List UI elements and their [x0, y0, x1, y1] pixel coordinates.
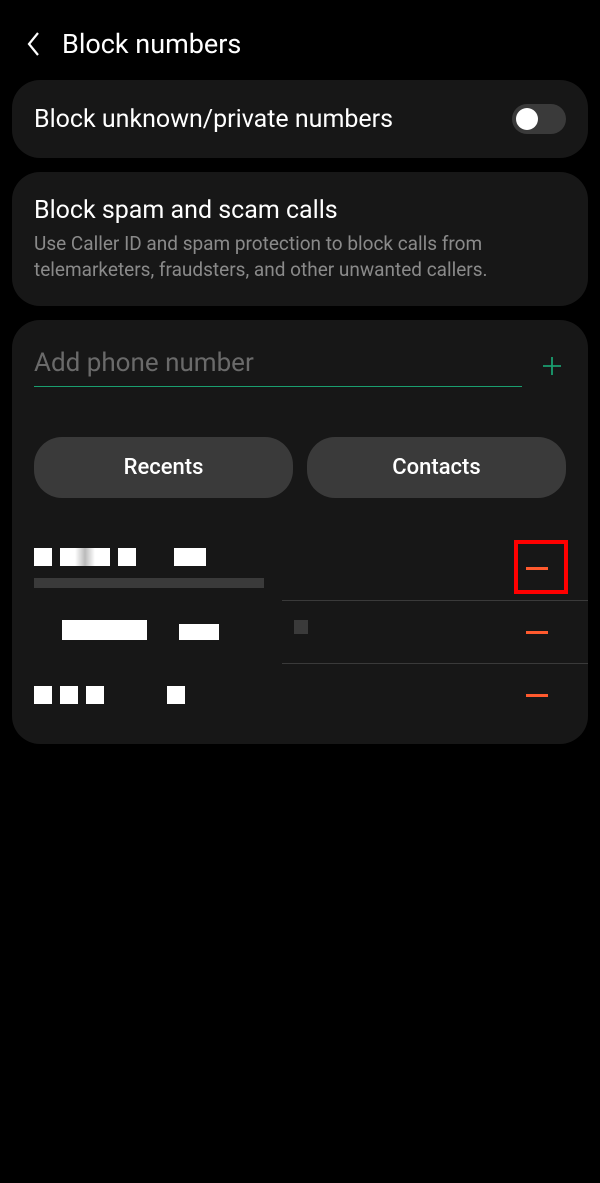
blocked-item — [12, 536, 588, 600]
redacted-text — [60, 686, 78, 704]
block-unknown-row: Block unknown/private numbers — [34, 104, 566, 134]
redacted-text — [86, 686, 104, 704]
redacted-subtext — [34, 578, 264, 588]
phone-number-input[interactable] — [34, 344, 522, 387]
tab-recents[interactable]: Recents — [34, 437, 293, 498]
blocked-item-content — [34, 620, 518, 644]
tabs: Recents Contacts — [34, 437, 566, 498]
remove-button[interactable] — [518, 549, 556, 587]
page-title: Block numbers — [62, 28, 241, 60]
block-spam-description: Use Caller ID and spam protection to blo… — [34, 231, 566, 282]
toggle-knob — [516, 108, 538, 130]
blocked-list — [12, 536, 588, 726]
block-spam-card[interactable]: Block spam and scam calls Use Caller ID … — [12, 172, 588, 306]
add-number-row — [34, 344, 566, 387]
blocked-item — [12, 664, 588, 726]
blocked-item-content — [34, 686, 518, 704]
redacted-text — [174, 548, 206, 566]
blocked-item — [12, 601, 588, 663]
add-number-button[interactable] — [538, 352, 566, 380]
redacted-text — [167, 686, 185, 704]
minus-icon — [526, 631, 548, 634]
minus-icon — [526, 567, 548, 570]
blocked-item-content — [34, 548, 518, 588]
back-icon[interactable] — [24, 30, 42, 58]
redacted-text — [62, 620, 147, 640]
remove-button[interactable] — [518, 613, 556, 651]
redacted-text — [118, 548, 136, 566]
block-unknown-toggle[interactable] — [512, 104, 566, 134]
add-number-card: Recents Contacts — [12, 320, 588, 744]
redacted-text — [60, 548, 110, 566]
block-unknown-label: Block unknown/private numbers — [34, 105, 393, 134]
redacted-text — [179, 624, 219, 640]
redacted-text — [34, 686, 52, 704]
minus-icon — [526, 694, 548, 697]
block-spam-title: Block spam and scam calls — [34, 196, 566, 225]
tab-contacts[interactable]: Contacts — [307, 437, 566, 498]
redacted-text — [294, 620, 308, 634]
redacted-text — [34, 548, 52, 566]
remove-button[interactable] — [518, 676, 556, 714]
header: Block numbers — [0, 0, 600, 80]
block-unknown-card: Block unknown/private numbers — [12, 80, 588, 158]
